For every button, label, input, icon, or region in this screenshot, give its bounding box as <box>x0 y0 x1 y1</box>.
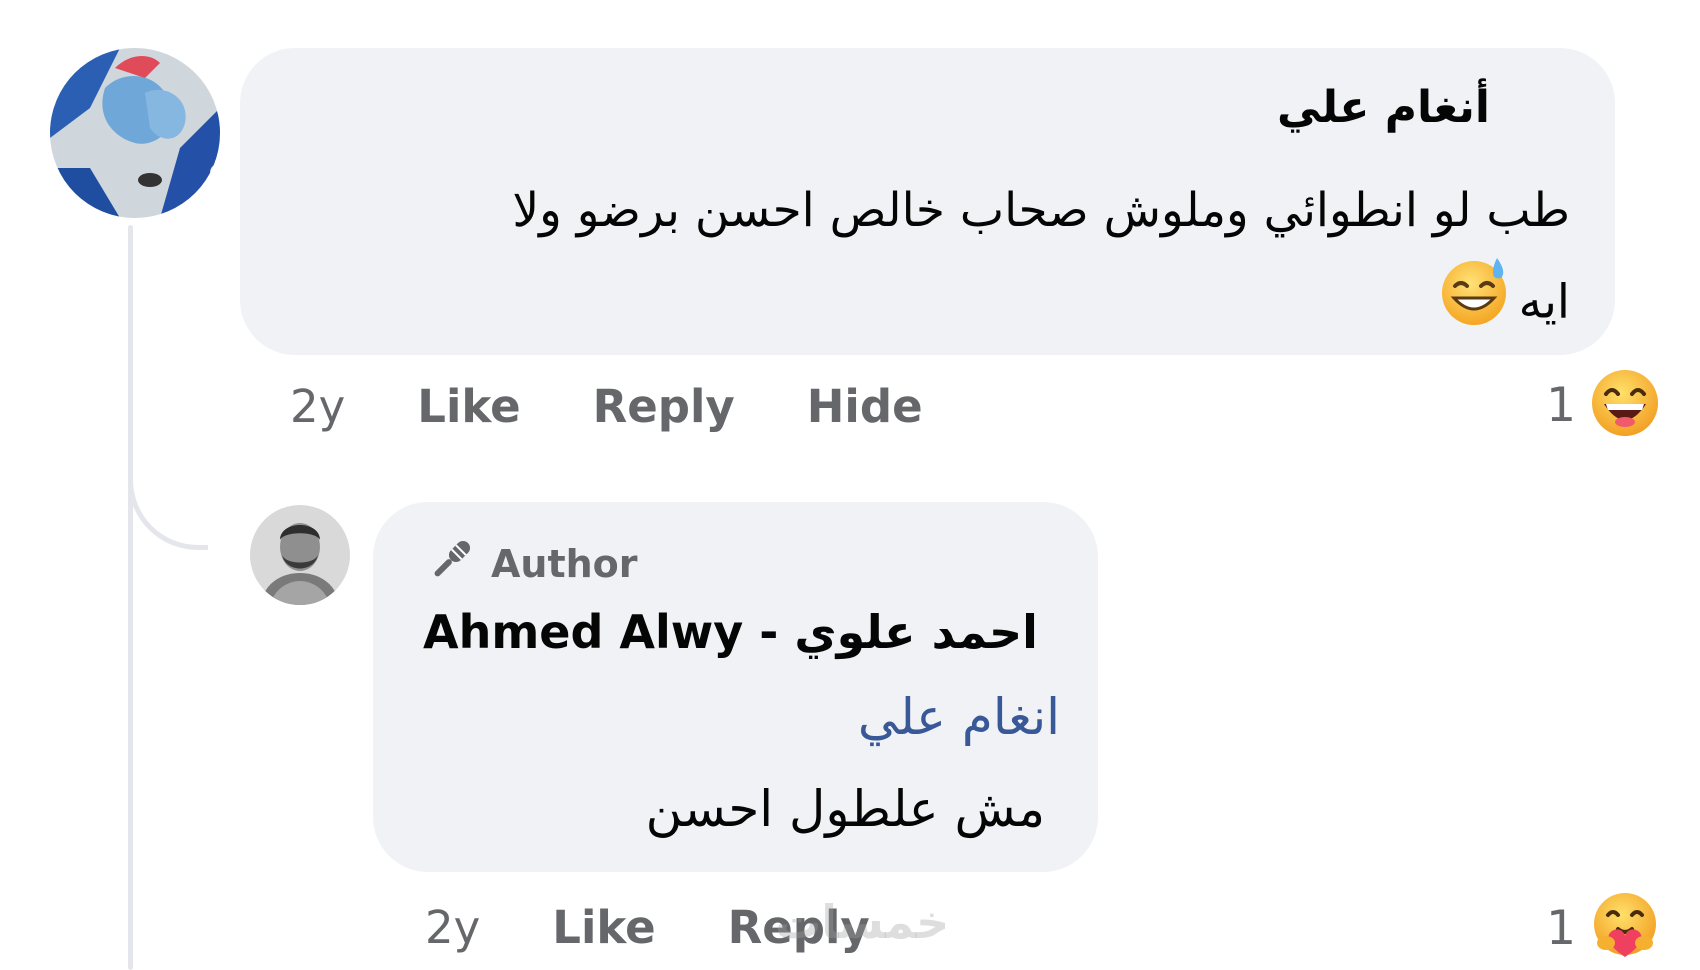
reply-text: مش علطول احسن <box>645 780 1045 838</box>
comment-text: طب لو انطوائي وملوش صحاب خالص احسن برضو … <box>275 168 1570 356</box>
reply-like-button[interactable]: Like <box>552 901 655 954</box>
reply-author-avatar[interactable] <box>250 505 350 605</box>
comment-text-line-2: ايه <box>275 254 1570 356</box>
sweat-smile-emoji-icon <box>1437 254 1511 356</box>
author-badge-label: Author <box>491 542 638 586</box>
author-badge: Author <box>425 536 638 592</box>
like-button[interactable]: Like <box>417 380 520 433</box>
reply-timestamp[interactable]: 2y <box>425 901 480 954</box>
reply-reactions[interactable]: 1 <box>1546 893 1660 963</box>
mention-link[interactable]: انغام علي <box>858 688 1060 746</box>
comment-timestamp[interactable]: 2y <box>290 380 345 433</box>
watermark: خمسات <box>775 895 950 949</box>
reaction-count: 1 <box>1546 377 1576 433</box>
laughing-face-emoji-icon <box>1590 368 1660 442</box>
reply-author-name[interactable]: Ahmed Alwy - احمد علوي <box>423 605 1038 659</box>
comment-text-line-1: طب لو انطوائي وملوش صحاب خالص احسن برضو … <box>512 183 1570 238</box>
thread-line <box>128 225 133 970</box>
microphone-icon <box>425 534 477 595</box>
care-hug-emoji-icon <box>1590 891 1660 965</box>
reply-reaction-count: 1 <box>1546 900 1576 956</box>
hide-button[interactable]: Hide <box>807 380 923 433</box>
reply-button[interactable]: Reply <box>593 380 735 433</box>
comment-reactions[interactable]: 1 <box>1546 370 1660 440</box>
comment-text-line-2-text: ايه <box>1518 274 1570 330</box>
thread-reply-connector <box>128 440 208 550</box>
comment-actions: 2y Like Reply Hide <box>290 376 995 436</box>
commenter-avatar[interactable] <box>50 48 220 218</box>
comment-author-name[interactable]: أنغام علي <box>1277 82 1490 133</box>
